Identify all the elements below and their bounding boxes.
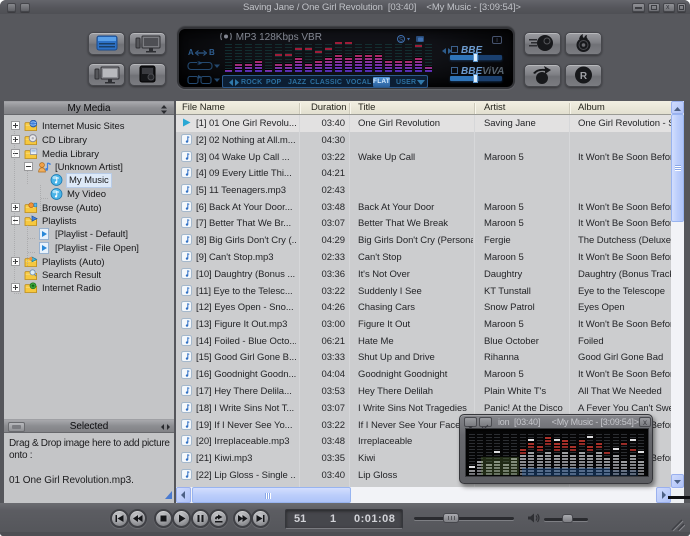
svg-text:R: R (580, 71, 588, 82)
